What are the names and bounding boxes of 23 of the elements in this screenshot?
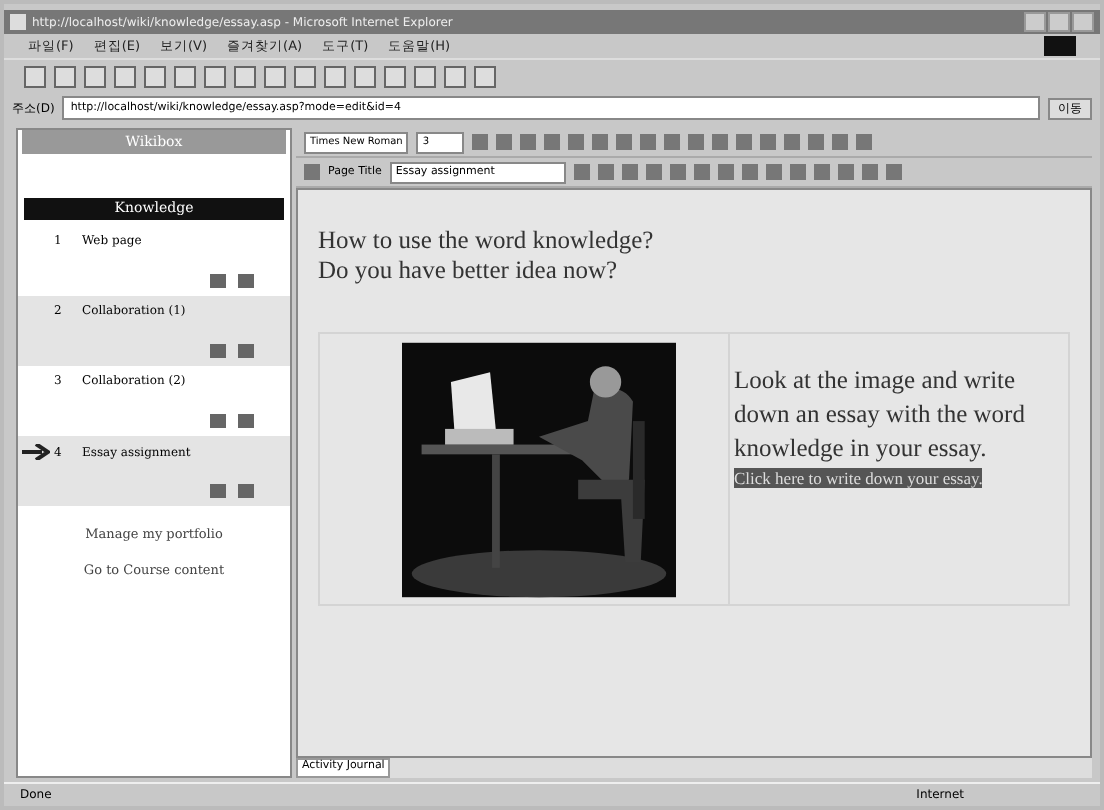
toolbar-icon[interactable] <box>174 66 196 88</box>
toolbar-icon[interactable] <box>84 66 106 88</box>
question-text: Do you have better idea now? <box>318 256 620 286</box>
toolbar-icon[interactable] <box>354 66 376 88</box>
write-essay-link[interactable]: Click here to write down your essay. <box>734 468 983 488</box>
toolbar-icon[interactable] <box>54 66 76 88</box>
toolbar-icon[interactable] <box>444 66 466 88</box>
toolbar-icon[interactable] <box>414 66 436 88</box>
toolbar-icon[interactable] <box>474 66 496 88</box>
question-text: How to use the word knowledge? <box>318 226 656 256</box>
close-button[interactable] <box>1072 12 1094 32</box>
toolbar-icon[interactable] <box>24 66 46 88</box>
instruction-text: Look at the image and write down an essay with the word knowledge in your essay. <box>734 364 1027 466</box>
toolbar-icon[interactable] <box>264 66 286 88</box>
toolbar-icon[interactable] <box>324 66 346 88</box>
toolbar-icon[interactable] <box>294 66 316 88</box>
minimize-button[interactable] <box>1024 12 1046 32</box>
toolbar-icon[interactable] <box>144 66 166 88</box>
toolbar-icon[interactable] <box>384 66 406 88</box>
maximize-button[interactable] <box>1048 12 1070 32</box>
toolbar-icon[interactable] <box>234 66 256 88</box>
toolbar-icon[interactable] <box>114 66 136 88</box>
toolbar-icon[interactable] <box>204 66 226 88</box>
